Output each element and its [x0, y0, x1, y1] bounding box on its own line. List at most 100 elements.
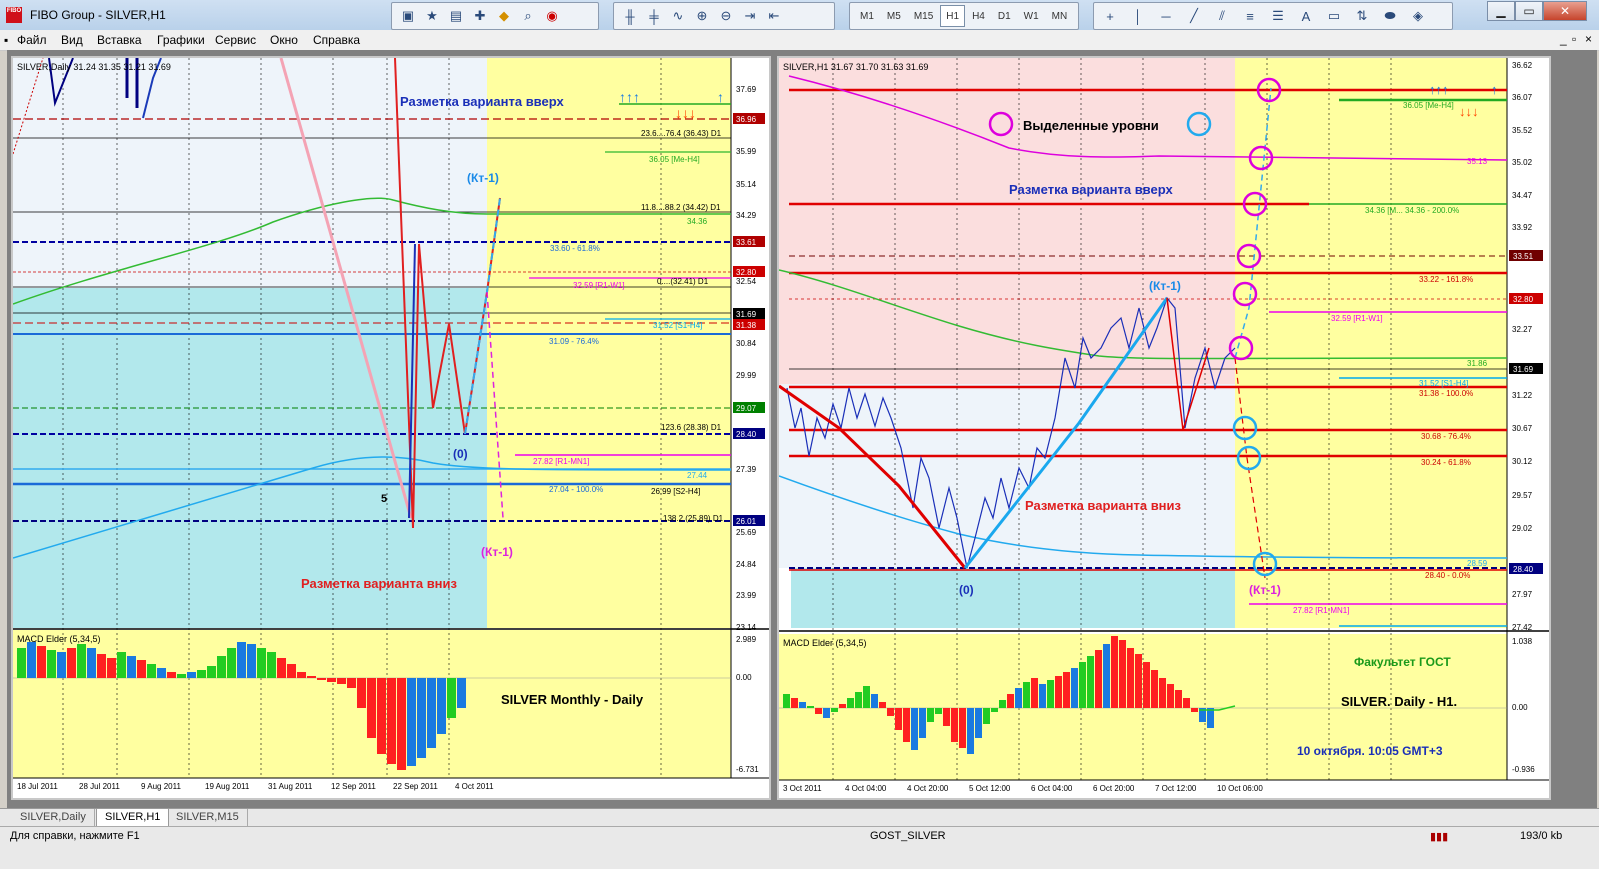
macd-bar: [287, 664, 296, 678]
ellipse-icon[interactable]: ⬬: [1380, 6, 1400, 26]
macd-bar: [1095, 650, 1102, 708]
tab-silver-h1[interactable]: SILVER,H1: [96, 809, 170, 827]
close-button[interactable]: ✕: [1543, 1, 1587, 21]
svg-text:30.84: 30.84: [736, 339, 757, 348]
candle-chart-icon[interactable]: ╪: [644, 6, 664, 26]
vertical-line-icon[interactable]: │: [1128, 6, 1148, 26]
macd-bar: [237, 642, 246, 678]
tester-icon[interactable]: ⌕: [518, 6, 538, 26]
svg-text:27.97: 27.97: [1512, 590, 1533, 599]
svg-text:31.52 [S1-H4]: 31.52 [S1-H4]: [653, 321, 702, 330]
menu-tools[interactable]: Сервис: [215, 33, 256, 47]
status-profile: GOST_SILVER: [870, 830, 946, 842]
menu-help[interactable]: Справка: [313, 33, 360, 47]
tf-h1[interactable]: H1: [940, 5, 966, 27]
tf-w1[interactable]: W1: [1018, 5, 1045, 27]
chart-window-h1[interactable]: ↑↑↑ ↑ ↓↓↓ Выделенные уровни Разметка вар…: [777, 56, 1551, 800]
svg-text:123.6 (28.38) D1: 123.6 (28.38) D1: [661, 423, 722, 432]
autoscroll-icon[interactable]: ⇥: [740, 6, 760, 26]
chart-window-daily[interactable]: ↑↑↑ ↑ ↓↓↓ Разметка варианта вверх (Кт-1)…: [11, 56, 771, 800]
svg-text:31.52 [S1-H4]: 31.52 [S1-H4]: [1419, 379, 1468, 388]
tab-silver-daily[interactable]: SILVER,Daily: [12, 809, 95, 826]
options-icon[interactable]: ◉: [542, 6, 562, 26]
macd-bar: [839, 704, 846, 708]
chart-shift-icon[interactable]: ⇤: [764, 6, 784, 26]
tf-m5[interactable]: M5: [881, 5, 907, 27]
profiles-icon[interactable]: ★: [422, 6, 442, 26]
svg-text:0.00: 0.00: [1512, 703, 1528, 712]
macd-bar: [327, 678, 336, 682]
alert-icon[interactable]: ◆: [494, 6, 514, 26]
svg-text:33.22 - 161.8%: 33.22 - 161.8%: [1419, 275, 1473, 284]
objects-toolbar: + │ ─ ╱ ⫽ ≡ ☰ A ▭ ⇅ ⬬ ◈: [1093, 2, 1453, 30]
macd-bar: [887, 708, 894, 716]
macd-bar: [17, 648, 26, 678]
up-arrows-icon: ↑↑↑: [619, 89, 640, 105]
arrows-icon[interactable]: ⇅: [1352, 6, 1372, 26]
macd-bar: [1183, 698, 1190, 708]
mdi-close-icon[interactable]: ×: [1585, 32, 1592, 46]
macd-bar: [1039, 684, 1046, 708]
macd-bar: [267, 652, 276, 678]
macd-bar: [1031, 678, 1038, 708]
bg-upper-zone: [779, 58, 1235, 384]
mdi-icon[interactable]: ▪: [4, 33, 8, 47]
zoom-in-icon[interactable]: ⊕: [692, 6, 712, 26]
menu-window[interactable]: Окно: [270, 33, 298, 47]
menu-view[interactable]: Вид: [61, 33, 83, 47]
macd-bar: [1103, 644, 1110, 708]
macd-bar: [815, 708, 822, 714]
svg-text:34.36 [M... 34.36 - 200.0%: 34.36 [M... 34.36 - 200.0%: [1365, 206, 1459, 215]
bar-chart-icon[interactable]: ╫: [620, 6, 640, 26]
menu-charts[interactable]: Графики: [157, 33, 205, 47]
text-icon[interactable]: A: [1296, 6, 1316, 26]
annotation-down: Разметка варианта вниз: [1025, 498, 1182, 513]
macd-bar: [967, 708, 974, 754]
horizontal-line-icon[interactable]: ─: [1156, 6, 1176, 26]
trendline-icon[interactable]: ╱: [1184, 6, 1204, 26]
macd-bar: [307, 676, 316, 678]
equidistant-channel-icon[interactable]: ⫽: [1212, 6, 1232, 26]
svg-text:19 Aug 2011: 19 Aug 2011: [205, 782, 250, 791]
svg-text:36.07: 36.07: [1512, 93, 1533, 102]
navigator-icon[interactable]: ✚: [470, 6, 490, 26]
maximize-button[interactable]: ▭: [1515, 1, 1543, 21]
macd-bar: [935, 708, 942, 714]
bg-lower-zone: [791, 568, 1235, 628]
tf-d1[interactable]: D1: [992, 5, 1017, 27]
macd-bar: [147, 664, 156, 678]
svg-text:28.40: 28.40: [736, 430, 757, 439]
svg-text:18 Jul 2011: 18 Jul 2011: [17, 782, 58, 791]
menu-insert[interactable]: Вставка: [97, 33, 142, 47]
tf-m15[interactable]: M15: [908, 5, 939, 27]
menu-file[interactable]: Файл: [17, 33, 47, 47]
chart-daily-svg[interactable]: ↑↑↑ ↑ ↓↓↓ Разметка варианта вверх (Кт-1)…: [13, 58, 769, 798]
svg-text:27.82 [R1-MN1]: 27.82 [R1-MN1]: [533, 457, 589, 466]
mdi-restore-icon[interactable]: ▫: [1572, 32, 1576, 46]
macd-bar: [1143, 662, 1150, 708]
line-chart-icon[interactable]: ∿: [668, 6, 688, 26]
svg-text:36.05 [Me-H4]: 36.05 [Me-H4]: [1403, 101, 1454, 110]
macd-bar: [297, 672, 306, 678]
new-chart-icon[interactable]: ▣: [398, 6, 418, 26]
tab-silver-m15[interactable]: SILVER,M15: [168, 809, 248, 826]
chart-h1-svg[interactable]: ↑↑↑ ↑ ↓↓↓ Выделенные уровни Разметка вар…: [779, 58, 1549, 798]
svg-text:31.38 - 100.0%: 31.38 - 100.0%: [1419, 389, 1473, 398]
tf-mn[interactable]: MN: [1046, 5, 1074, 27]
minimize-button[interactable]: ▁: [1487, 1, 1515, 21]
svg-text:12 Sep 2011: 12 Sep 2011: [331, 782, 376, 791]
svg-text:27.42: 27.42: [1512, 623, 1533, 632]
label-icon[interactable]: ▭: [1324, 6, 1344, 26]
zoom-out-icon[interactable]: ⊖: [716, 6, 736, 26]
tf-m1[interactable]: M1: [854, 5, 880, 27]
fibo-retracement-icon[interactable]: ≡: [1240, 6, 1260, 26]
tf-h4[interactable]: H4: [966, 5, 991, 27]
crosshair-icon[interactable]: +: [1100, 6, 1120, 26]
macd-bar: [437, 678, 446, 734]
svg-text:31.38: 31.38: [736, 321, 757, 330]
market-watch-icon[interactable]: ▤: [446, 6, 466, 26]
shapes-dropdown-icon[interactable]: ◈: [1408, 6, 1428, 26]
macd-bar: [871, 694, 878, 708]
mdi-minimize-icon[interactable]: _: [1560, 32, 1567, 46]
fibo-expansion-icon[interactable]: ☰: [1268, 6, 1288, 26]
